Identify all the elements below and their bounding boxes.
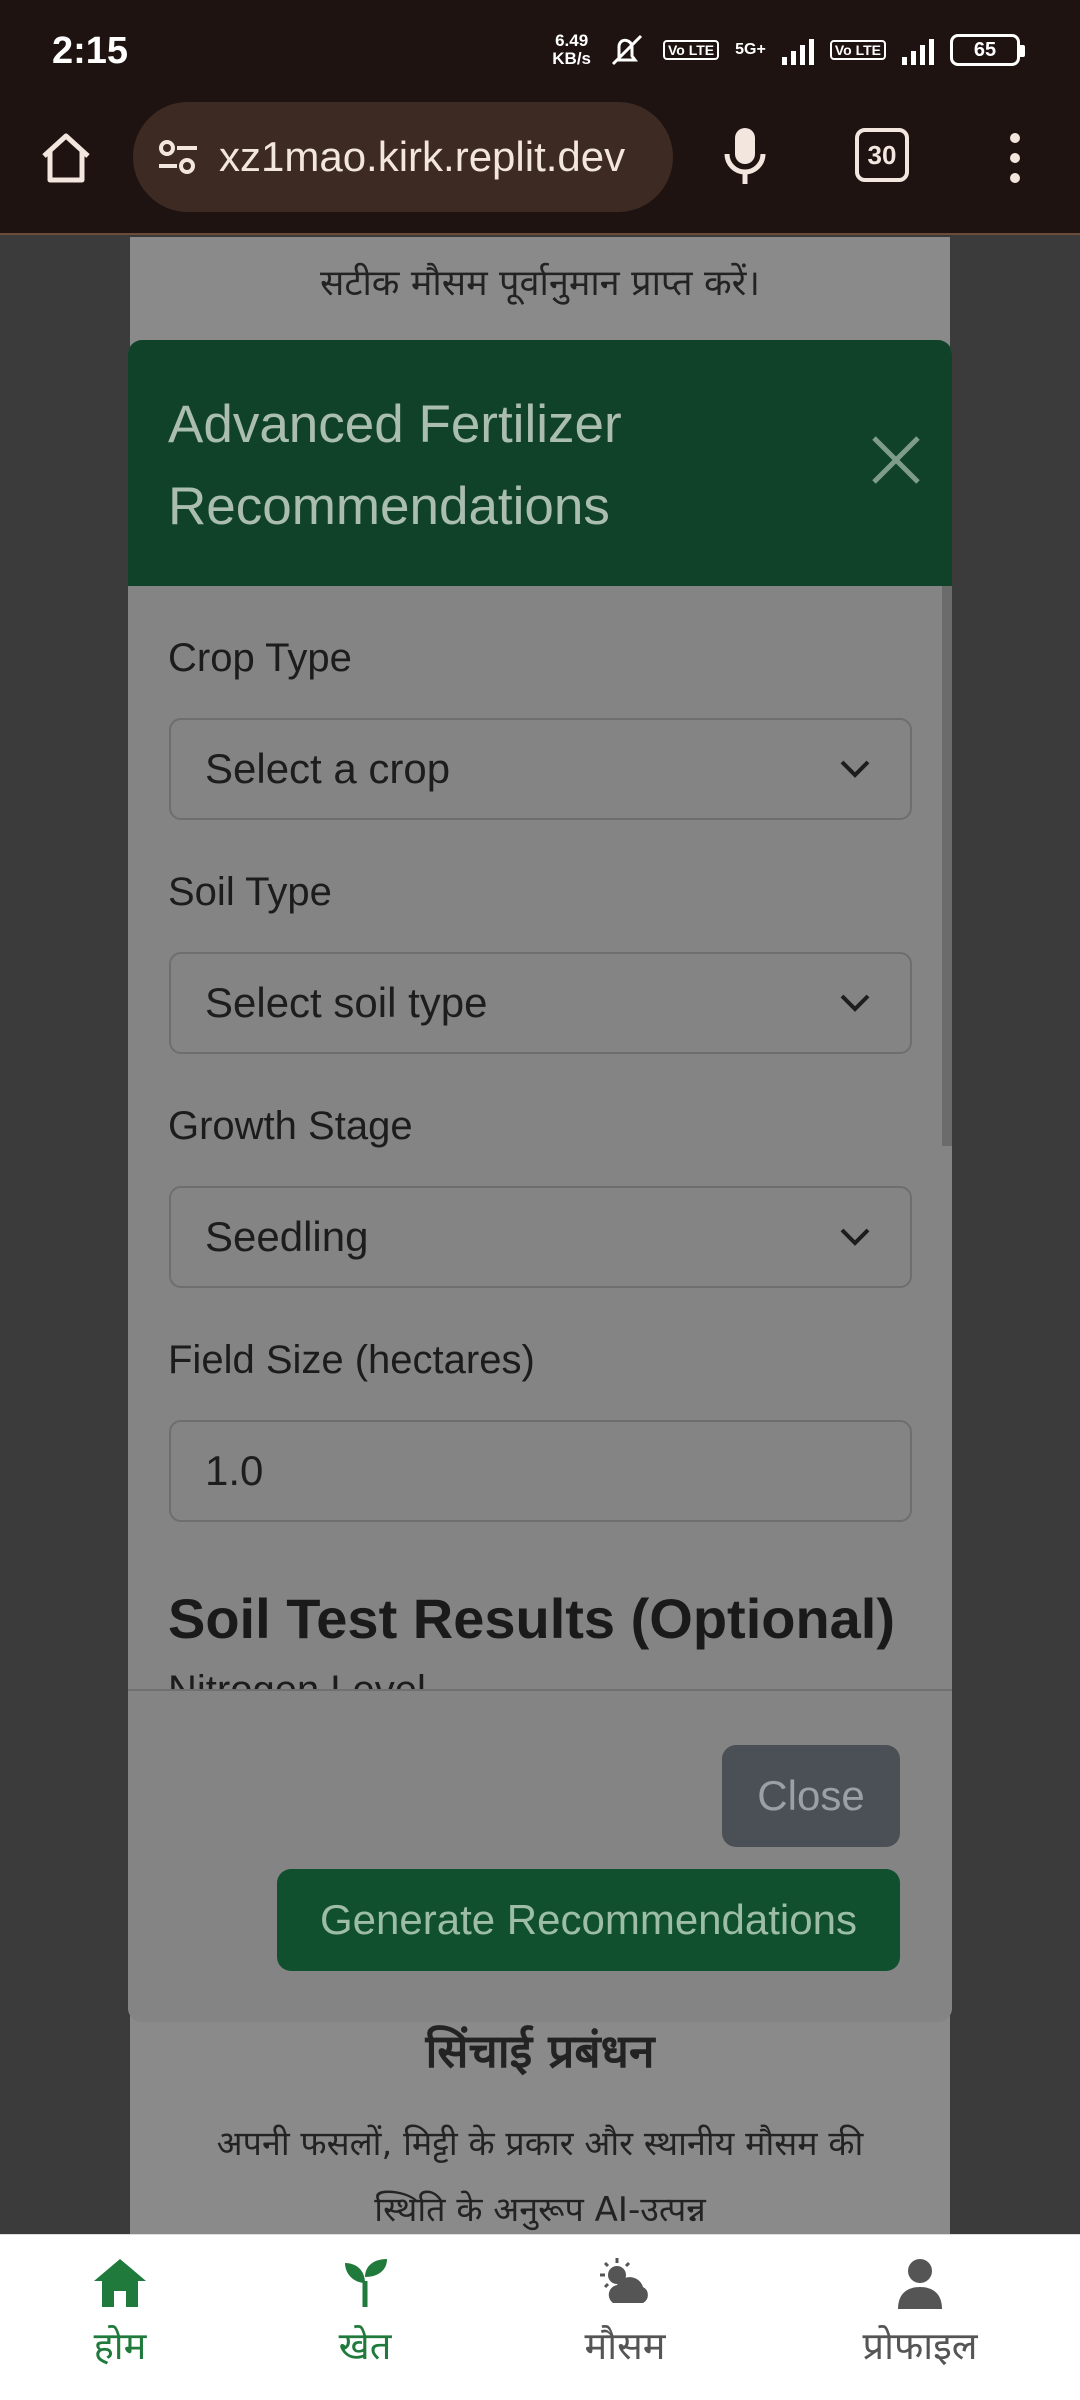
close-icon[interactable] [868, 432, 924, 488]
signal-icon-2 [902, 35, 934, 65]
nav-item-weather[interactable]: मौसम [505, 2255, 745, 2371]
status-bar: 2:15 6.49 KB/s Vo LTE 5G+ Vo LTE 65 [0, 0, 1080, 100]
crop-type-value: Select a crop [205, 745, 451, 792]
site-settings-icon[interactable] [155, 134, 201, 180]
nav-label-weather: मौसम [584, 2324, 666, 2368]
weather-icon [600, 2258, 648, 2303]
close-button[interactable]: Close [722, 1745, 900, 1847]
nitrogen-level-label: Nitrogen Level [168, 1668, 426, 1689]
seedling-icon [345, 2259, 387, 2307]
signal-icon [781, 35, 814, 65]
growth-stage-select[interactable]: Seedling [169, 1186, 912, 1288]
status-icons: 6.49 KB/s Vo LTE 5G+ Vo LTE 65 [552, 31, 1025, 68]
mute-icon [611, 34, 643, 66]
field-size-value: 1.0 [205, 1447, 264, 1494]
network-speed: 6.49 KB/s [552, 31, 591, 68]
modal-body: Crop Type Select a crop Soil Type Select… [128, 586, 952, 1689]
microphone-icon[interactable] [715, 122, 775, 192]
home-icon [94, 2259, 146, 2307]
more-menu-icon[interactable] [1000, 128, 1030, 188]
crop-type-label: Crop Type [168, 636, 352, 680]
nav-item-home[interactable]: होम [0, 2255, 240, 2371]
chevron-down-icon [840, 1228, 870, 1246]
nav-label-home: होम [93, 2324, 147, 2368]
tab-switcher-button[interactable]: 30 [855, 128, 909, 182]
modal-header: Advanced Fertilizer Recommendations [128, 340, 952, 586]
nav-label-field: खेत [338, 2324, 392, 2368]
address-bar[interactable]: xz1mao.kirk.replit.dev [133, 102, 673, 212]
field-size-label: Field Size (hectares) [168, 1338, 535, 1382]
bottom-navigation: होम खेत मौसम प्रोफाइल [0, 2234, 1080, 2400]
browser-toolbar: xz1mao.kirk.replit.dev 30 [0, 100, 1080, 235]
irrigation-heading: सिंचाई प्रबंधन [425, 2024, 655, 2078]
modal-title: Advanced Fertilizer Recommendations [168, 395, 622, 536]
weather-card-text: सटीक मौसम पूर्वानुमान प्राप्त करें। [320, 263, 760, 304]
fertilizer-modal: Advanced Fertilizer Recommendations Crop… [128, 340, 952, 2022]
status-time: 2:15 [52, 30, 129, 72]
battery-icon: 65 [950, 34, 1025, 66]
nav-item-field[interactable]: खेत [245, 2255, 485, 2371]
chevron-down-icon [840, 760, 870, 778]
crop-type-select[interactable]: Select a crop [169, 718, 912, 820]
generate-recommendations-button[interactable]: Generate Recommendations [277, 1869, 900, 1971]
chevron-down-icon [840, 994, 870, 1012]
soil-type-label: Soil Type [168, 870, 332, 914]
soil-type-select[interactable]: Select soil type [169, 952, 912, 1054]
nav-item-profile[interactable]: प्रोफाइल [800, 2255, 1040, 2371]
irrigation-text: अपनी फसलों, मिट्टी के प्रकार और स्थानीय … [216, 2124, 864, 2230]
modal-footer: Close Generate Recommendations [128, 1689, 952, 2022]
growth-stage-value: Seedling [205, 1213, 369, 1260]
modal-scrollbar[interactable] [942, 586, 952, 1146]
volte-badge-2: Vo LTE [829, 40, 886, 60]
url-text: xz1mao.kirk.replit.dev [219, 133, 626, 180]
soil-test-heading: Soil Test Results (Optional) [168, 1587, 896, 1650]
volte-badge: Vo LTE [663, 40, 720, 60]
soil-type-value: Select soil type [205, 979, 488, 1026]
growth-stage-label: Growth Stage [168, 1104, 413, 1148]
nav-label-profile: प्रोफाइल [862, 2324, 978, 2368]
home-icon[interactable] [36, 128, 96, 188]
field-size-input[interactable]: 1.0 [169, 1420, 912, 1522]
network-type: 5G+ [735, 41, 766, 58]
user-icon [898, 2259, 942, 2309]
